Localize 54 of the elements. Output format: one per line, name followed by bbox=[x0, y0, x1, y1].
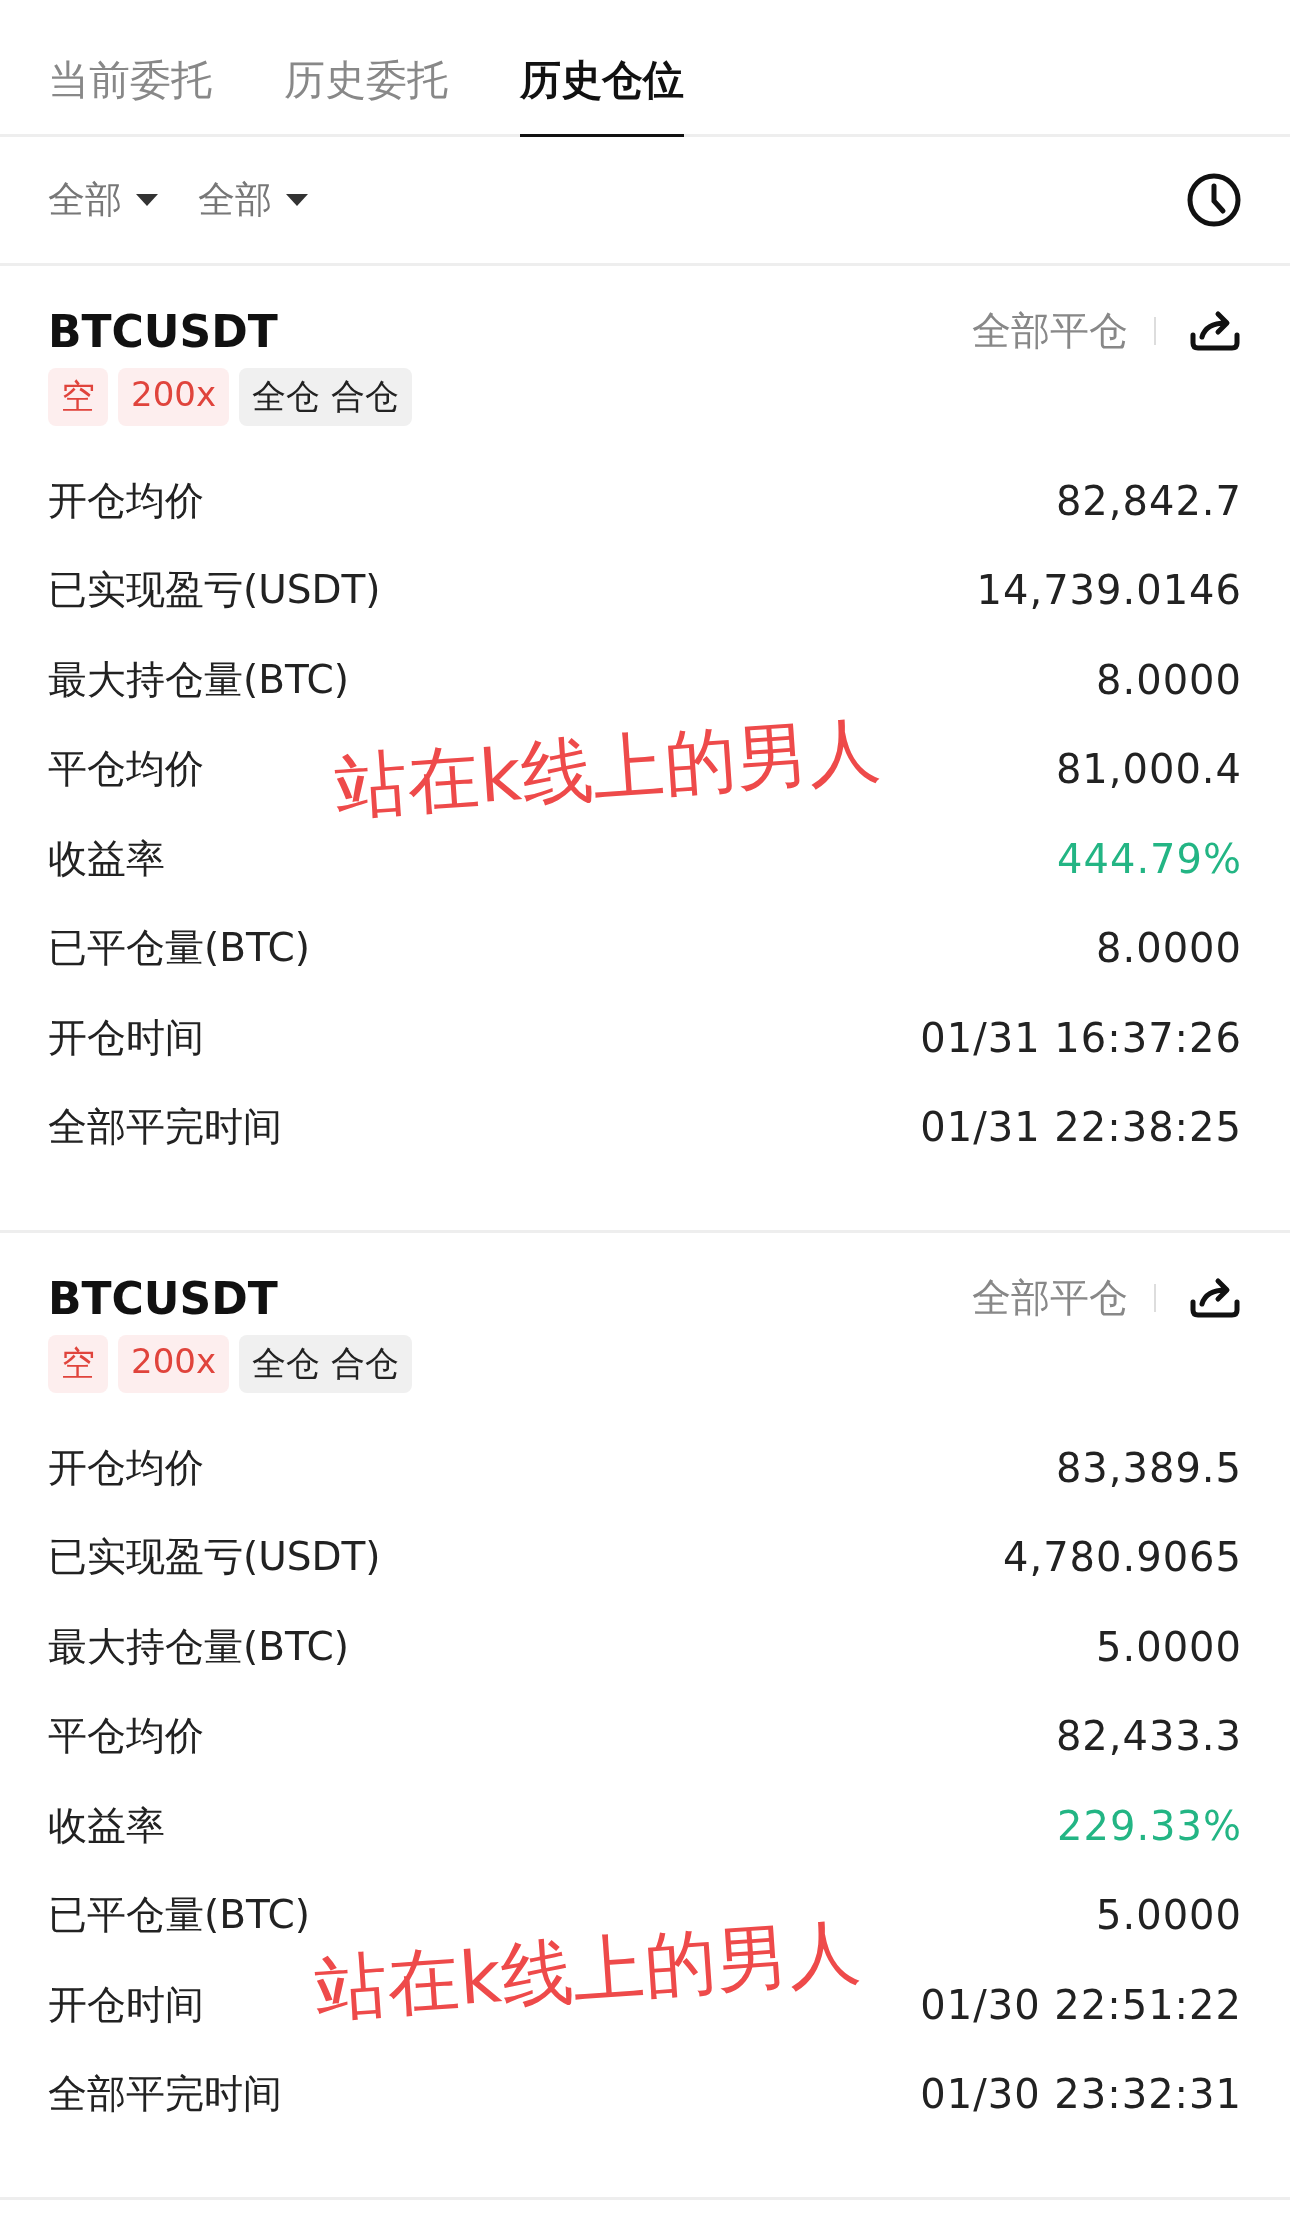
field-value: 5.0000 bbox=[1096, 1623, 1242, 1670]
tab[interactable]: 当前委托 bbox=[48, 53, 212, 137]
field-label: 开仓均价 bbox=[48, 476, 204, 525]
close-all-button[interactable]: 全部平仓 bbox=[972, 1271, 1128, 1325]
field-value: 01/31 16:37:26 bbox=[920, 1014, 1242, 1061]
field-label: 最大持仓量(BTC) bbox=[48, 1622, 349, 1671]
field-value: 444.79% bbox=[1057, 835, 1242, 882]
field-value: 229.33% bbox=[1057, 1802, 1242, 1849]
tag: 全仓 合仓 bbox=[239, 1335, 412, 1393]
field-label: 已平仓量(BTC) bbox=[48, 924, 310, 973]
caret-icon bbox=[136, 194, 158, 206]
symbol-title: BTCUSDT bbox=[48, 305, 278, 357]
field-value: 01/31 22:38:25 bbox=[920, 1104, 1242, 1151]
field-label: 收益率 bbox=[48, 1801, 165, 1850]
field-value: 82,433.3 bbox=[1055, 1713, 1242, 1760]
share-icon[interactable] bbox=[1188, 1276, 1242, 1320]
share-icon[interactable] bbox=[1188, 309, 1242, 353]
tab[interactable]: 历史仓位 bbox=[520, 53, 684, 137]
field-value: 8.0000 bbox=[1096, 925, 1242, 972]
field-label: 已实现盈亏(USDT) bbox=[48, 566, 381, 615]
field-label: 平仓均价 bbox=[48, 745, 204, 794]
filter-dropdown[interactable]: 全部 bbox=[48, 175, 158, 225]
field-value: 81,000.4 bbox=[1055, 746, 1242, 793]
tag: 全仓 合仓 bbox=[239, 368, 412, 426]
field-value: 4,780.9065 bbox=[1002, 1534, 1242, 1581]
close-all-button[interactable]: 全部平仓 bbox=[972, 304, 1128, 358]
caret-icon bbox=[286, 194, 308, 206]
field-label: 最大持仓量(BTC) bbox=[48, 655, 349, 704]
field-value: 01/30 23:32:31 bbox=[920, 2071, 1242, 2118]
field-label: 收益率 bbox=[48, 834, 165, 883]
filter-dropdown[interactable]: 全部 bbox=[198, 175, 308, 225]
clock-icon[interactable] bbox=[1186, 172, 1242, 228]
field-label: 已实现盈亏(USDT) bbox=[48, 1533, 381, 1582]
tag: 空 bbox=[48, 368, 108, 426]
symbol-title: BTCUSDT bbox=[48, 1272, 278, 1324]
field-label: 开仓时间 bbox=[48, 1013, 204, 1062]
field-value: 5.0000 bbox=[1096, 1892, 1242, 1939]
tab[interactable]: 历史委托 bbox=[284, 53, 448, 137]
tag: 空 bbox=[48, 1335, 108, 1393]
field-label: 平仓均价 bbox=[48, 1712, 204, 1761]
field-label: 已平仓量(BTC) bbox=[48, 1891, 310, 1940]
field-value: 01/30 22:51:22 bbox=[920, 1981, 1242, 2028]
field-value: 8.0000 bbox=[1096, 656, 1242, 703]
tag: 200x bbox=[118, 1335, 230, 1393]
overlay-caption: 站在k线上的男人 bbox=[312, 1908, 864, 2033]
field-label: 开仓时间 bbox=[48, 1980, 204, 2029]
field-value: 82,842.7 bbox=[1055, 477, 1242, 524]
field-value: 83,389.5 bbox=[1055, 1444, 1242, 1491]
field-value: 14,739.0146 bbox=[976, 567, 1242, 614]
overlay-caption: 站在k线上的男人 bbox=[332, 706, 884, 831]
field-label: 全部平完时间 bbox=[48, 1103, 282, 1152]
tag: 200x bbox=[118, 368, 230, 426]
field-label: 全部平完时间 bbox=[48, 2070, 282, 2119]
field-label: 开仓均价 bbox=[48, 1443, 204, 1492]
